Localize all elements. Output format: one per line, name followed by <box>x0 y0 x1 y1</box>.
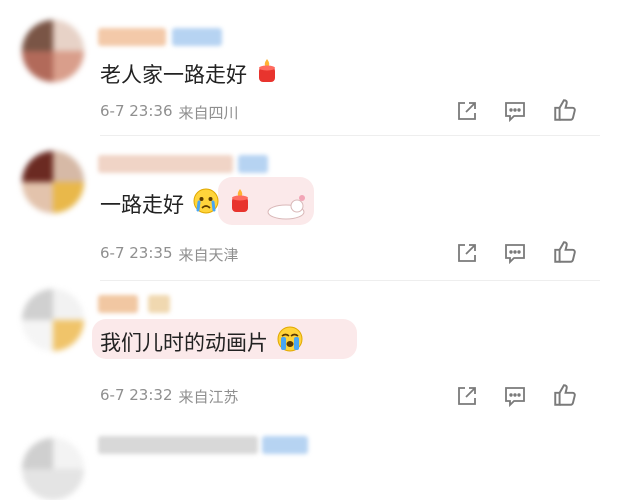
reply-icon[interactable] <box>503 99 527 123</box>
like-icon[interactable] <box>552 239 576 263</box>
crying-face-icon <box>192 187 220 220</box>
comment-item <box>0 430 640 500</box>
username[interactable] <box>98 436 258 454</box>
comment-meta: 6-7 23:36 来自四川 <box>100 102 239 123</box>
user-badge <box>238 155 268 173</box>
comment-item: 一路走好 6-7 23:35 来自天津 <box>0 147 640 289</box>
comment-location: 来自天津 <box>178 246 239 264</box>
comment-text: 一路走好 <box>100 192 184 217</box>
avatar[interactable] <box>22 289 84 351</box>
username[interactable] <box>98 295 138 313</box>
reply-icon[interactable] <box>503 241 527 265</box>
reply-icon[interactable] <box>503 384 527 408</box>
like-icon[interactable] <box>552 97 576 121</box>
username[interactable] <box>98 155 233 173</box>
comment-text-row: 一路走好 <box>100 187 252 220</box>
user-badge <box>262 436 308 454</box>
share-icon[interactable] <box>455 241 479 265</box>
comment-item: 老人家一路走好 6-7 23:36 来自四川 <box>0 0 640 147</box>
divider <box>100 135 600 136</box>
user-badge <box>172 28 222 46</box>
cat-sticker-icon <box>262 193 308 225</box>
avatar[interactable] <box>22 20 84 82</box>
comment-text: 老人家一路走好 <box>100 62 247 87</box>
share-icon[interactable] <box>455 384 479 408</box>
comment-time: 6-7 23:35 <box>100 244 173 262</box>
candle-icon <box>228 188 252 219</box>
comment-text: 我们儿时的动画片 <box>100 330 268 355</box>
loudly-crying-face-icon <box>276 325 304 358</box>
user-badge <box>148 295 170 313</box>
comment-item: 我们儿时的动画片 6-7 23:32 来自江苏 <box>0 289 640 431</box>
comment-text-row: 我们儿时的动画片 <box>100 325 304 358</box>
share-icon[interactable] <box>455 99 479 123</box>
like-icon[interactable] <box>552 382 576 406</box>
username[interactable] <box>98 28 166 46</box>
comment-location: 来自四川 <box>178 104 239 122</box>
candle-icon <box>255 58 279 89</box>
comment-location: 来自江苏 <box>178 388 239 406</box>
comment-text-row: 老人家一路走好 <box>100 58 279 89</box>
comment-time: 6-7 23:36 <box>100 102 173 120</box>
comment-time: 6-7 23:32 <box>100 386 173 404</box>
divider <box>100 280 600 281</box>
comment-meta: 6-7 23:32 来自江苏 <box>100 386 239 407</box>
avatar[interactable] <box>22 151 84 213</box>
comment-meta: 6-7 23:35 来自天津 <box>100 244 239 265</box>
avatar[interactable] <box>22 438 84 500</box>
